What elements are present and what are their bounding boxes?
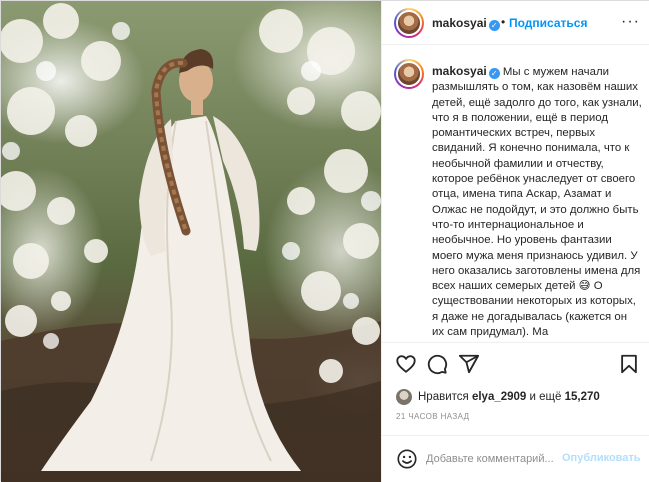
publish-button[interactable]: Опубликовать bbox=[562, 452, 641, 464]
liker-username[interactable]: elya_2909 bbox=[472, 391, 526, 403]
liker-avatar[interactable] bbox=[396, 389, 412, 405]
heart-icon[interactable] bbox=[395, 353, 417, 375]
caption-author-avatar[interactable] bbox=[394, 59, 424, 89]
author-username-text[interactable]: makosyai bbox=[432, 16, 487, 30]
comment-icon[interactable] bbox=[426, 353, 448, 375]
share-icon[interactable] bbox=[458, 353, 480, 375]
post-side-panel: makosyai ✓ • Подписаться ··· makosyai ✓ Мы… bbox=[381, 1, 649, 482]
likes-prefix: Нравится bbox=[418, 391, 472, 403]
bookmark-icon[interactable] bbox=[618, 353, 640, 375]
caption-username[interactable]: makosyai ✓ bbox=[432, 64, 500, 79]
caption-text: makosyai ✓ Мы с мужем начали размышлять о… bbox=[432, 64, 642, 340]
verified-badge-icon: ✓ bbox=[488, 20, 500, 31]
header-separator: • bbox=[501, 15, 506, 29]
author-username[interactable]: makosyai ✓ bbox=[432, 16, 500, 31]
likes-text[interactable]: Нравится elya_2909 и ещё 15,270 bbox=[418, 391, 600, 403]
caption-verified-badge-icon: ✓ bbox=[488, 68, 500, 79]
post-caption: makosyai ✓ Мы с мужем начали размышлять о… bbox=[382, 45, 649, 342]
post-actions bbox=[382, 342, 649, 382]
smiley-icon[interactable] bbox=[396, 448, 418, 470]
follow-button[interactable]: Подписаться bbox=[509, 16, 587, 30]
caption-body: Мы с мужем начали размышлять о том, как … bbox=[432, 66, 642, 339]
post-header: makosyai ✓ • Подписаться ··· bbox=[382, 1, 649, 45]
caption-username-text[interactable]: makosyai bbox=[432, 64, 487, 78]
instagram-post: makosyai ✓ • Подписаться ··· makosyai ✓ Мы… bbox=[0, 0, 649, 482]
post-timestamp[interactable]: 21 часов назад bbox=[396, 412, 469, 421]
likes-count[interactable]: 15,270 bbox=[565, 391, 600, 403]
add-comment-row: Опубликовать bbox=[382, 435, 649, 482]
author-avatar[interactable] bbox=[394, 8, 424, 38]
likes-middle: и ещё bbox=[526, 391, 565, 403]
more-options-icon[interactable]: ··· bbox=[621, 13, 640, 31]
photo-illustration bbox=[1, 3, 381, 482]
post-photo[interactable] bbox=[1, 1, 381, 482]
comment-input[interactable] bbox=[426, 449, 556, 469]
